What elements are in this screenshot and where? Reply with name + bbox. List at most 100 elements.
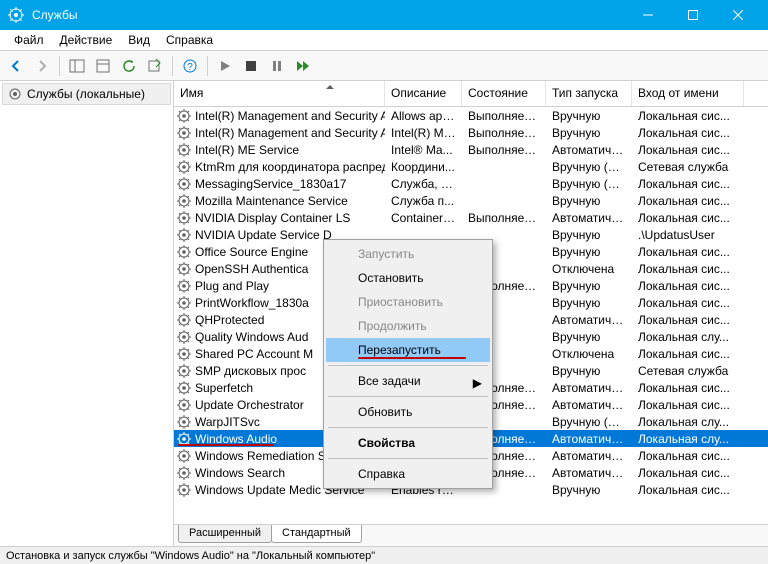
ctx-properties[interactable]: Свойства: [326, 431, 490, 455]
service-desc-cell: Intel(R) Ma...: [385, 126, 462, 140]
service-startup-cell: Автоматиче...: [546, 211, 632, 225]
service-startup-cell: Автоматиче...: [546, 313, 632, 327]
gear-icon: [176, 227, 192, 243]
maximize-button[interactable]: [670, 0, 715, 30]
service-logon-cell: Локальная сис...: [632, 483, 744, 497]
service-startup-cell: Вручную (ак...: [546, 177, 632, 191]
service-name-cell: Intel(R) Management and Security Ap...: [174, 108, 385, 124]
service-logon-cell: Локальная сис...: [632, 143, 744, 157]
toolbar-separator: [207, 56, 208, 76]
table-row[interactable]: KtmRm для координатора распреде...Коорди…: [174, 158, 768, 175]
service-logon-cell: Локальная сис...: [632, 262, 744, 276]
column-status[interactable]: Состояние: [462, 81, 546, 106]
pause-service-button[interactable]: [265, 54, 289, 78]
gear-icon: [176, 125, 192, 141]
ctx-resume[interactable]: Продолжить: [326, 314, 490, 338]
service-logon-cell: Локальная сис...: [632, 279, 744, 293]
minimize-button[interactable]: [625, 0, 670, 30]
service-startup-cell: Вручную: [546, 109, 632, 123]
service-startup-cell: Вручную: [546, 228, 632, 242]
restart-service-button[interactable]: [291, 54, 315, 78]
menu-action[interactable]: Действие: [52, 31, 121, 49]
stop-service-button[interactable]: [239, 54, 263, 78]
show-hide-tree-button[interactable]: [65, 54, 89, 78]
service-logon-cell: Локальная слу...: [632, 432, 744, 446]
menu-file[interactable]: Файл: [6, 31, 52, 49]
ctx-separator: [328, 458, 488, 459]
service-startup-cell: Вручную: [546, 483, 632, 497]
service-status-cell: Выполняется: [462, 211, 546, 225]
ctx-pause[interactable]: Приостановить: [326, 290, 490, 314]
service-startup-cell: Автоматиче...: [546, 398, 632, 412]
back-button[interactable]: [4, 54, 28, 78]
menu-view[interactable]: Вид: [120, 31, 158, 49]
gear-icon: [176, 278, 192, 294]
gear-icon: [176, 329, 192, 345]
service-desc-cell: Служба п...: [385, 194, 462, 208]
table-row[interactable]: Intel(R) ME ServiceIntel® Ma...Выполняет…: [174, 141, 768, 158]
forward-button[interactable]: [30, 54, 54, 78]
column-startup[interactable]: Тип запуска: [546, 81, 632, 106]
properties-button[interactable]: [91, 54, 115, 78]
service-name-cell: Mozilla Maintenance Service: [174, 193, 385, 209]
gear-icon: [176, 380, 192, 396]
gear-icon: [176, 397, 192, 413]
ctx-refresh[interactable]: Обновить: [326, 400, 490, 424]
column-description[interactable]: Описание: [385, 81, 462, 106]
gear-icon: [7, 86, 23, 102]
service-logon-cell: Сетевая служба: [632, 364, 744, 378]
statusbar: Остановка и запуск службы "Windows Audio…: [0, 546, 768, 564]
ctx-help[interactable]: Справка: [326, 462, 490, 486]
service-logon-cell: Локальная сис...: [632, 313, 744, 327]
ctx-all-tasks[interactable]: Все задачи▶: [326, 369, 490, 393]
close-button[interactable]: [715, 0, 760, 30]
service-name-cell: Intel(R) Management and Security Ap...: [174, 125, 385, 141]
column-logon[interactable]: Вход от имени: [632, 81, 744, 106]
gear-icon: [176, 176, 192, 192]
ctx-separator: [328, 365, 488, 366]
toolbar: ?: [0, 51, 768, 81]
service-startup-cell: Автоматиче...: [546, 143, 632, 157]
service-startup-cell: Вручную: [546, 194, 632, 208]
ctx-all-tasks-label: Все задачи: [358, 374, 421, 388]
service-startup-cell: Вручную: [546, 296, 632, 310]
tab-standard[interactable]: Стандартный: [271, 525, 362, 543]
start-service-button[interactable]: [213, 54, 237, 78]
service-startup-cell: Автоматиче...: [546, 449, 632, 463]
tree-item-label: Службы (локальные): [27, 87, 145, 101]
gear-icon: [176, 295, 192, 311]
gear-icon: [176, 193, 192, 209]
service-logon-cell: Локальная сис...: [632, 296, 744, 310]
table-row[interactable]: Mozilla Maintenance ServiceСлужба п... Вр…: [174, 192, 768, 209]
tab-extended[interactable]: Расширенный: [178, 525, 272, 543]
service-startup-cell: Вручную: [546, 330, 632, 344]
service-startup-cell: Вручную: [546, 245, 632, 259]
table-row[interactable]: NVIDIA Display Container LSContainer ...…: [174, 209, 768, 226]
table-row[interactable]: Intel(R) Management and Security Ap...In…: [174, 124, 768, 141]
service-logon-cell: Локальная сис...: [632, 177, 744, 191]
help-button[interactable]: ?: [178, 54, 202, 78]
table-row[interactable]: MessagingService_1830a17Служба, о...Вруч…: [174, 175, 768, 192]
ctx-restart[interactable]: Перезапустить: [326, 338, 490, 362]
service-desc-cell: Координи...: [385, 160, 462, 174]
ctx-start[interactable]: Запустить: [326, 242, 490, 266]
table-row[interactable]: Intel(R) Management and Security Ap...Al…: [174, 107, 768, 124]
column-name[interactable]: Имя: [174, 81, 385, 106]
service-logon-cell: Локальная слу...: [632, 415, 744, 429]
ctx-stop[interactable]: Остановить: [326, 266, 490, 290]
service-startup-cell: Вручную: [546, 279, 632, 293]
gear-icon: [176, 244, 192, 260]
context-menu: Запустить Остановить Приостановить Продо…: [323, 239, 493, 489]
refresh-button[interactable]: [117, 54, 141, 78]
export-button[interactable]: [143, 54, 167, 78]
svg-text:?: ?: [187, 62, 193, 73]
gear-icon: [176, 312, 192, 328]
tree-item-services-local[interactable]: Службы (локальные): [2, 83, 171, 105]
toolbar-separator: [172, 56, 173, 76]
service-startup-cell: Вручную (ак...: [546, 160, 632, 174]
service-startup-cell: Вручную: [546, 364, 632, 378]
gear-icon: [176, 363, 192, 379]
service-logon-cell: Локальная сис...: [632, 347, 744, 361]
services-icon: [8, 7, 24, 23]
menu-help[interactable]: Справка: [158, 31, 221, 49]
